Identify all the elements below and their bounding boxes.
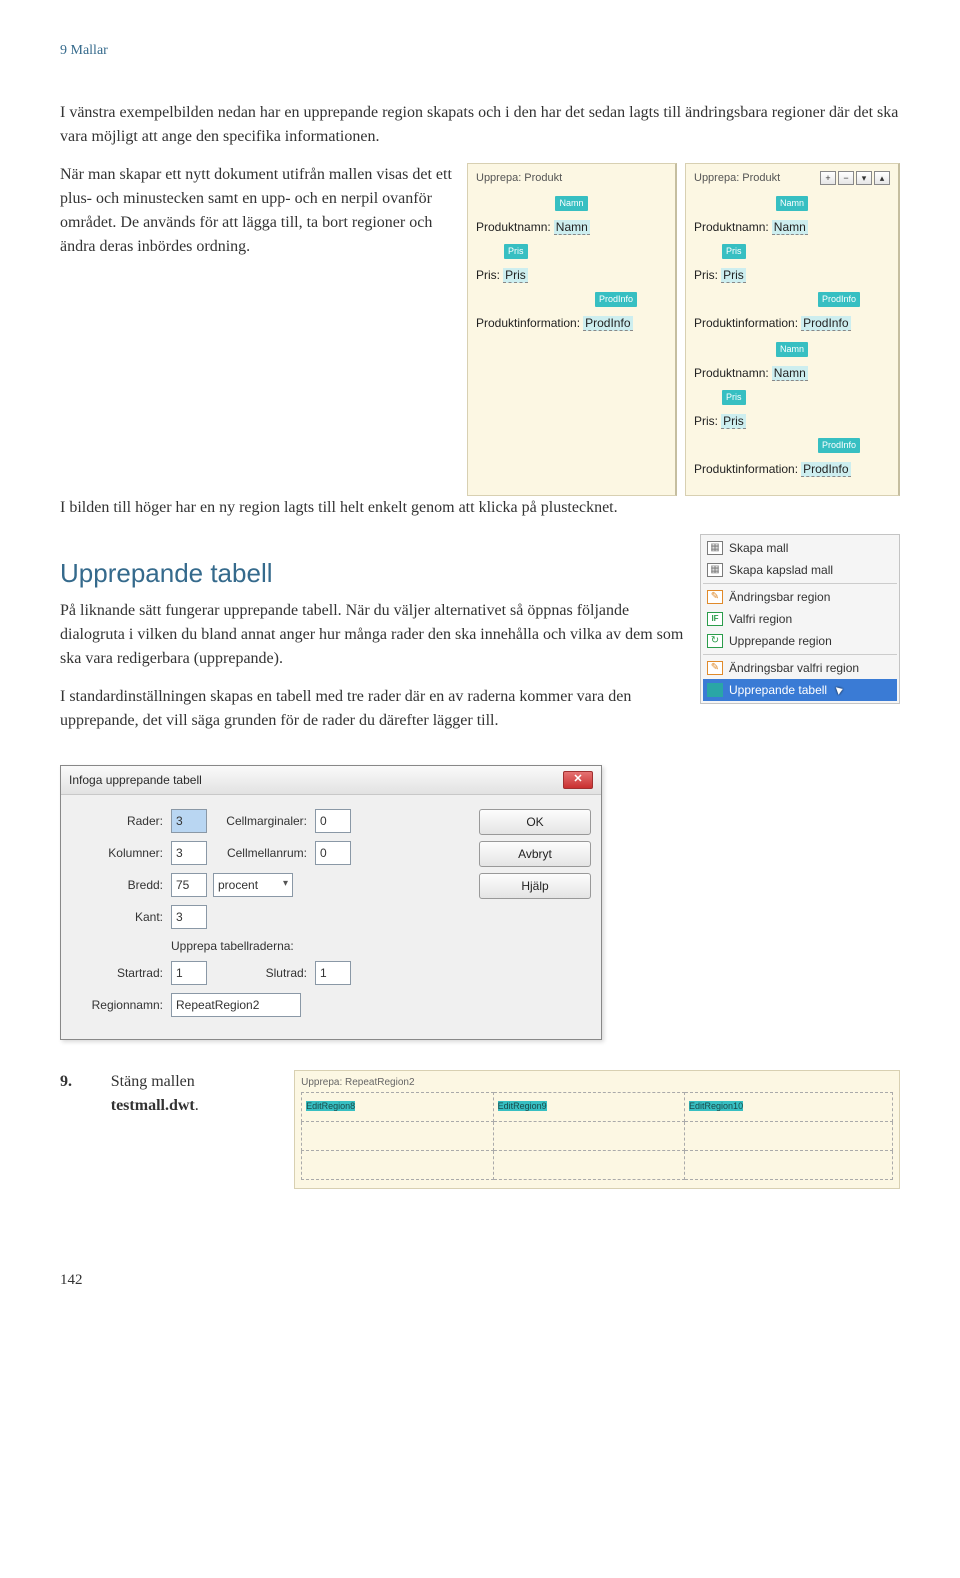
cursor-icon bbox=[836, 685, 844, 695]
repeat-table-title: Upprepa: RepeatRegion2 bbox=[301, 1075, 893, 1090]
region-panel-left: Upprepa: Produkt Namn Produktnamn: Namn … bbox=[467, 163, 677, 496]
edit-icon: ✎ bbox=[707, 590, 723, 604]
move-up-button[interactable]: ▴ bbox=[874, 171, 890, 185]
dialog-titlebar: Infoga upprepande tabell ✕ bbox=[61, 766, 601, 795]
paragraph-3: I bilden till höger har en ny region lag… bbox=[60, 496, 900, 520]
menu-item-skapa-kapslad[interactable]: ▦Skapa kapslad mall bbox=[703, 559, 897, 581]
paragraph-5: I standardinställningen skapas en tabell… bbox=[60, 685, 688, 733]
edit-icon: ✎ bbox=[707, 661, 723, 675]
step-number: 9. bbox=[60, 1070, 91, 1094]
editregion-cell[interactable]: EditRegion9 bbox=[498, 1101, 547, 1111]
menu-item-valfri-region[interactable]: IFValfri region bbox=[703, 608, 897, 630]
ok-button[interactable]: OK bbox=[479, 809, 591, 835]
dialog-title: Infoga upprepande tabell bbox=[69, 771, 202, 789]
menu-item-upprepande-tabell[interactable]: Upprepande tabell bbox=[703, 679, 897, 701]
page-number: 142 bbox=[60, 1269, 900, 1292]
name-tag: Namn bbox=[776, 196, 808, 212]
paragraph-2: När man skapar ett nytt dokument utifrån… bbox=[60, 163, 455, 259]
kant-label: Kant: bbox=[73, 908, 171, 926]
price-label: Pris: bbox=[476, 268, 500, 282]
move-down-button[interactable]: ▾ bbox=[856, 171, 872, 185]
slutrad-input[interactable]: 1 bbox=[315, 961, 351, 985]
paragraph-4: På liknande sätt fungerar upprepande tab… bbox=[60, 599, 688, 671]
remove-region-button[interactable]: − bbox=[838, 171, 854, 185]
repeat-header-label: Upprepa: Produkt bbox=[476, 170, 562, 187]
editregion-cell[interactable]: EditRegion10 bbox=[689, 1101, 743, 1111]
cellmellanrum-label: Cellmellanrum: bbox=[207, 844, 315, 862]
menu-item-upprepande-region[interactable]: ↻Upprepande region bbox=[703, 630, 897, 652]
intro-paragraph: I vänstra exempelbilden nedan har en upp… bbox=[60, 101, 900, 149]
info-tag: ProdInfo bbox=[818, 438, 860, 454]
repeat-table-preview: Upprepa: RepeatRegion2 EditRegion8 EditR… bbox=[294, 1070, 900, 1189]
slutrad-label: Slutrad: bbox=[207, 964, 315, 982]
repeat-icon: ↻ bbox=[707, 634, 723, 648]
startrad-input[interactable]: 1 bbox=[171, 961, 207, 985]
price-value[interactable]: Pris bbox=[503, 268, 528, 283]
if-icon: IF bbox=[707, 612, 723, 626]
add-region-button[interactable]: + bbox=[820, 171, 836, 185]
bredd-label: Bredd: bbox=[73, 876, 171, 894]
upprepa-subhead: Upprepa tabellraderna: bbox=[171, 937, 479, 955]
step-text: Stäng mallen testmall.dwt. bbox=[111, 1070, 274, 1118]
table-row: EditRegion8 EditRegion9 EditRegion10 bbox=[302, 1092, 893, 1121]
section-title-upprepande: Upprepande tabell bbox=[60, 554, 688, 593]
rader-input[interactable]: 3 bbox=[171, 809, 207, 833]
kant-input[interactable]: 3 bbox=[171, 905, 207, 929]
regionnamn-input[interactable]: RepeatRegion2 bbox=[171, 993, 301, 1017]
name-value[interactable]: Namn bbox=[554, 220, 590, 235]
kolumner-input[interactable]: 3 bbox=[171, 841, 207, 865]
regionnamn-label: Regionnamn: bbox=[73, 996, 171, 1014]
insert-repeating-table-dialog: Infoga upprepande tabell ✕ Rader: 3 Cell… bbox=[60, 765, 602, 1040]
name-label: Produktnamn: bbox=[476, 220, 551, 234]
doc-icon: ▦ bbox=[707, 563, 723, 577]
page-header: 9 Mallar bbox=[60, 40, 900, 61]
startrad-label: Startrad: bbox=[73, 964, 171, 982]
table-row bbox=[302, 1150, 893, 1179]
repeat-table: EditRegion8 EditRegion9 EditRegion10 bbox=[301, 1092, 893, 1180]
info-tag: ProdInfo bbox=[818, 292, 860, 308]
editregion-cell[interactable]: EditRegion8 bbox=[306, 1101, 355, 1111]
kolumner-label: Kolumner: bbox=[73, 844, 171, 862]
table-icon bbox=[707, 683, 723, 697]
region-panel-right: Upprepa: Produkt + − ▾ ▴ Namn Produktnam… bbox=[685, 163, 900, 496]
template-menu: ▦Skapa mall ▦Skapa kapslad mall ✎Ändring… bbox=[700, 534, 900, 704]
table-row bbox=[302, 1121, 893, 1150]
cellmarginaler-input[interactable]: 0 bbox=[315, 809, 351, 833]
menu-separator bbox=[703, 583, 897, 584]
close-button[interactable]: ✕ bbox=[563, 771, 593, 789]
menu-item-andringsbar-valfri[interactable]: ✎Ändringsbar valfri region bbox=[703, 657, 897, 679]
price-tag: Pris bbox=[722, 244, 746, 260]
menu-separator bbox=[703, 654, 897, 655]
doc-icon: ▦ bbox=[707, 541, 723, 555]
rader-label: Rader: bbox=[73, 812, 171, 830]
bredd-input[interactable]: 75 bbox=[171, 873, 207, 897]
info-label: Produktinformation: bbox=[476, 316, 580, 330]
menu-item-andringsbar-region[interactable]: ✎Ändringsbar region bbox=[703, 586, 897, 608]
bredd-unit-dropdown[interactable]: procent bbox=[213, 873, 293, 897]
cellmarginaler-label: Cellmarginaler: bbox=[207, 812, 315, 830]
repeat-header-label-2: Upprepa: Produkt bbox=[694, 170, 780, 187]
cancel-button[interactable]: Avbryt bbox=[479, 841, 591, 867]
price-tag: Pris bbox=[722, 390, 746, 406]
name-tag: Namn bbox=[555, 196, 587, 212]
info-value[interactable]: ProdInfo bbox=[583, 316, 632, 331]
menu-item-skapa-mall[interactable]: ▦Skapa mall bbox=[703, 537, 897, 559]
help-button[interactable]: Hjälp bbox=[479, 873, 591, 899]
info-tag: ProdInfo bbox=[595, 292, 637, 308]
name-tag: Namn bbox=[776, 342, 808, 358]
cellmellanrum-input[interactable]: 0 bbox=[315, 841, 351, 865]
price-tag: Pris bbox=[504, 244, 528, 260]
